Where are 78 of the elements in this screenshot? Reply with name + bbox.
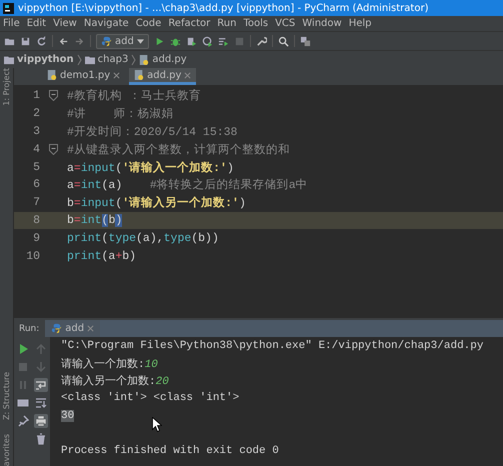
scroll-end-icon[interactable]	[34, 396, 48, 410]
code-line: #教育机构 ：马士兵教育	[67, 88, 201, 104]
line-number: 4	[32, 142, 40, 156]
python-file-icon	[47, 70, 57, 80]
menu-item[interactable]: Navigate	[84, 18, 129, 29]
menu-item[interactable]: Window	[302, 18, 342, 29]
run-label: Run:	[18, 322, 40, 336]
code-line: a=int(a) #将转换之后的结果存储到a中	[67, 177, 308, 192]
tool-window-tab[interactable]: avorites	[2, 434, 11, 466]
vcs-icon[interactable]	[300, 36, 311, 46]
trash-icon[interactable]	[34, 432, 48, 446]
menu-item[interactable]: File	[3, 18, 20, 29]
close-icon[interactable]	[113, 72, 120, 78]
line-number: 3	[32, 124, 40, 138]
chevron-icon	[131, 54, 136, 66]
pin-icon[interactable]	[16, 414, 30, 428]
menu-item[interactable]: View	[53, 18, 77, 29]
folder-icon	[4, 54, 14, 64]
search-icon[interactable]	[278, 36, 289, 46]
breadcrumb-item[interactable]: add.py	[152, 54, 187, 65]
tool-window-tab[interactable]: Z: Structure	[2, 372, 11, 420]
console-line: 请输入一个加数:10	[61, 357, 158, 371]
save-icon[interactable]	[20, 36, 31, 46]
menu-item[interactable]: Code	[136, 18, 162, 29]
code-line: b=input('请输入另一个加数:')	[67, 195, 246, 210]
code-line: #从键盘录入两个整数，计算两个整数的和	[67, 142, 290, 157]
code-line: b=int(b)	[67, 214, 122, 227]
project-tool-tab[interactable]: 1: Project	[2, 68, 11, 106]
console-line: <class 'int'> <class 'int'>	[61, 392, 240, 404]
code-line: #讲 师：杨淑娟	[67, 106, 174, 122]
back-arrow-icon[interactable]	[58, 36, 69, 46]
app-icon	[3, 2, 14, 14]
caret-icon	[136, 38, 144, 44]
fold-icon[interactable]	[48, 90, 58, 102]
editor-tab[interactable]: demo1.py	[42, 68, 126, 85]
code-line: #开发时间：2020/5/14 15:38	[67, 124, 238, 139]
wrap-icon[interactable]	[34, 378, 48, 392]
menu-item[interactable]: Run	[217, 18, 236, 29]
menu-item[interactable]: VCS	[275, 18, 296, 29]
python-file-icon	[139, 54, 150, 64]
line-number: 6	[32, 178, 40, 192]
line-number: 9	[32, 232, 40, 245]
editor-tab[interactable]: add.py	[129, 68, 196, 85]
breadcrumb-item[interactable]: chap3	[98, 54, 128, 65]
console-line: "C:\Program Files\Python38\python.exe" E:/vippython/chap3/add.py	[61, 340, 484, 352]
menu-item[interactable]: Refactor	[168, 18, 210, 29]
python-logo-icon	[101, 36, 112, 46]
mouse-pointer-icon	[152, 417, 162, 432]
run-configuration-dropdown[interactable]: add	[96, 34, 149, 48]
python-file-icon	[134, 70, 144, 80]
coverage-icon[interactable]	[186, 36, 197, 46]
line-number: 1	[32, 89, 40, 102]
folder-icon	[84, 54, 95, 64]
code-line: print(a+b)	[67, 250, 136, 263]
window-title: vippython [E:\vippython] - ...\chap3\add.py [vippython] - PyCharm (Administrator)	[18, 2, 428, 14]
line-number: 8	[32, 214, 40, 227]
line-number: 2	[32, 107, 40, 120]
console-line: 请输入另一个加数:20	[61, 374, 169, 388]
sync-icon[interactable]	[36, 36, 47, 46]
line-number: 5	[32, 160, 40, 174]
chevron-icon	[76, 54, 82, 66]
concurrency-icon[interactable]	[218, 36, 229, 46]
breadcrumb-item[interactable]: vippython	[17, 54, 74, 65]
menu-item[interactable]: Tools	[243, 18, 268, 29]
forward-arrow-icon[interactable]	[74, 36, 85, 46]
profile-icon[interactable]	[202, 36, 213, 46]
console-line: Process finished with exit code 0	[61, 444, 279, 457]
line-number: 7	[32, 196, 40, 210]
menu-item[interactable]: Edit	[26, 18, 46, 29]
menu-item[interactable]: Help	[348, 18, 372, 29]
wrench-icon[interactable]	[256, 36, 267, 46]
code-line: a=input('请输入一个加数:')	[67, 160, 234, 175]
python-logo-icon	[51, 323, 62, 334]
code-line: print(type(a),type(b))	[67, 232, 219, 245]
fold-icon[interactable]	[48, 144, 58, 155]
line-number: 10	[25, 250, 40, 263]
run-tab[interactable]: add	[45, 320, 100, 337]
print-icon[interactable]	[34, 414, 48, 428]
